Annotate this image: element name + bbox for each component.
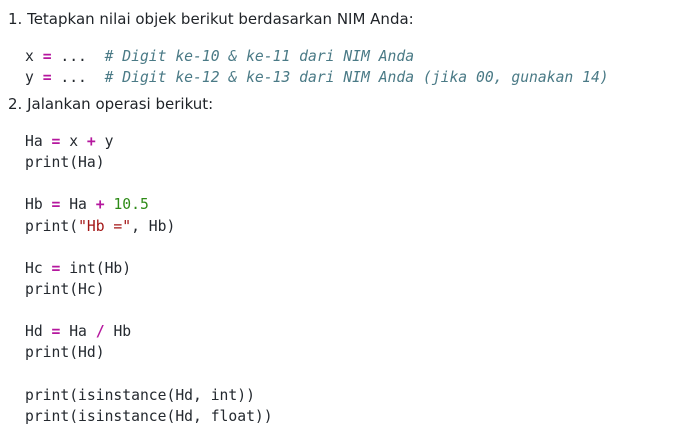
plus-operator: +	[95, 196, 105, 214]
identifier: y	[104, 133, 114, 150]
step-2-instruction: 2. Jalankan operasi berikut:	[8, 95, 214, 113]
assign-operator: =	[42, 48, 52, 65]
code-line-hb-assign: Hb = Ha + 10.5	[25, 194, 273, 215]
code-line-ha-assign: Ha = x + y	[25, 131, 273, 152]
placeholder-ellipsis: ...	[60, 48, 87, 65]
code-block-nim-values: x = ... # Digit ke-10 & ke-11 dari NIM A…	[25, 46, 609, 88]
assign-operator: =	[42, 69, 52, 87]
code-line-hc-print: print(Hc)	[25, 280, 105, 298]
step-1-instruction: 1. Tetapkan nilai objek berikut berdasar…	[8, 10, 414, 28]
code-line-hc-assign: Hc = int(Hb)	[25, 258, 273, 279]
code-line-hb-print: print("Hb =", Hb)	[25, 216, 273, 237]
var-y: y	[25, 69, 34, 87]
code-line-x: x = ... # Digit ke-10 & ke-11 dari NIM A…	[25, 46, 609, 67]
identifier: Ha	[69, 323, 87, 341]
identifier: Hb	[25, 196, 43, 214]
code-line-y: y = ... # Digit ke-12 & ke-13 dari NIM A…	[25, 67, 609, 88]
identifier: Ha	[69, 196, 87, 214]
code-line-hd-print: print(Hd)	[25, 344, 105, 362]
number-literal: 10.5	[113, 196, 149, 214]
plus-operator: +	[86, 133, 96, 150]
placeholder-ellipsis: ...	[60, 69, 87, 87]
code-line-hd-assign: Hd = Ha / Hb	[25, 321, 273, 342]
code-block-operations: Ha = x + y print(Ha) Hb = Ha + 10.5 print("…	[25, 131, 273, 427]
divide-operator: /	[95, 323, 105, 341]
print-call-open: print(	[25, 217, 79, 235]
code-line-isinstance-float: print(isinstance(Hd, float))	[25, 407, 273, 425]
comment-x: # Digit ke-10 & ke-11 dari NIM Anda	[104, 48, 415, 65]
identifier: Hd	[25, 323, 43, 341]
identifier: x	[69, 133, 79, 150]
code-line-isinstance-int: print(isinstance(Hd, int))	[25, 386, 255, 404]
assign-operator: =	[51, 133, 61, 150]
int-call: int(Hb)	[69, 259, 132, 277]
assign-operator: =	[51, 259, 61, 277]
print-call-close: , Hb)	[131, 217, 176, 235]
code-line-ha-print: print(Ha)	[25, 154, 105, 172]
identifier: Hb	[113, 323, 132, 341]
string-literal: "Hb ="	[78, 217, 132, 235]
identifier: Ha	[25, 133, 43, 150]
assign-operator: =	[51, 196, 61, 214]
identifier: Hc	[25, 259, 43, 277]
var-x: x	[25, 48, 34, 65]
assign-operator: =	[51, 323, 61, 341]
comment-y: # Digit ke-12 & ke-13 dari NIM Anda (jik…	[104, 69, 609, 87]
